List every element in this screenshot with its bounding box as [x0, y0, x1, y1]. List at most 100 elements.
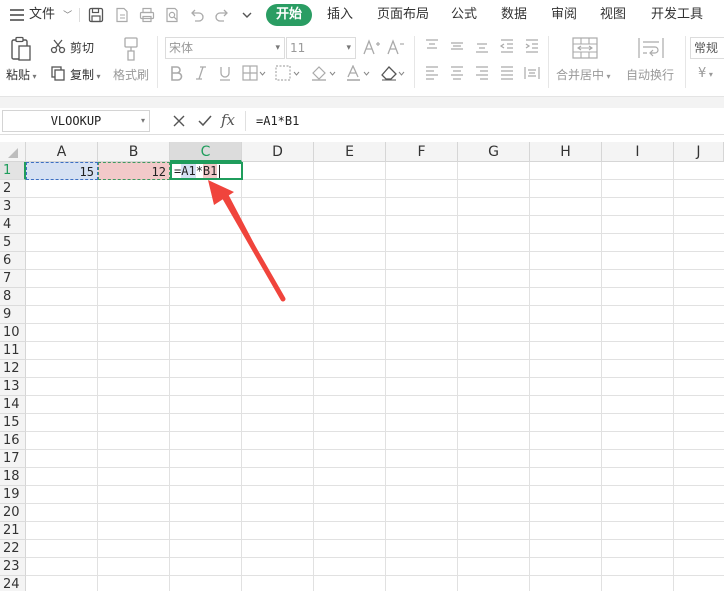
wrap-text-icon[interactable]: [638, 37, 664, 59]
distributed-align-icon[interactable]: [524, 65, 540, 81]
column-header-j[interactable]: J: [674, 142, 724, 162]
export-pdf-icon[interactable]: [113, 6, 131, 24]
print-preview-icon[interactable]: [163, 6, 181, 24]
font-color-icon[interactable]: [345, 65, 375, 81]
column-header-d[interactable]: D: [242, 142, 314, 162]
spreadsheet-grid[interactable]: A B C D E F G H I J 1 2 3 4 5 6 7 8 9 10…: [0, 135, 724, 591]
select-all-corner[interactable]: [0, 142, 26, 162]
column-header-f[interactable]: F: [386, 142, 458, 162]
column-header-a[interactable]: A: [26, 142, 98, 162]
tab-insert[interactable]: 插入: [327, 0, 353, 30]
row-header-4[interactable]: 4: [0, 216, 26, 234]
customize-toolbar-icon[interactable]: [238, 6, 256, 24]
column-header-e[interactable]: E: [314, 142, 386, 162]
fill-color-icon[interactable]: [310, 65, 340, 81]
row-header-20[interactable]: 20: [0, 504, 26, 522]
decrease-font-icon[interactable]: [387, 39, 405, 55]
justify-icon[interactable]: [499, 65, 515, 81]
row-header-19[interactable]: 19: [0, 486, 26, 504]
merge-center-button[interactable]: 合并居中 ▾: [556, 66, 611, 83]
row-header-22[interactable]: 22: [0, 540, 26, 558]
tab-developer[interactable]: 开发工具: [651, 0, 703, 30]
cut-label[interactable]: 剪切: [70, 39, 94, 56]
italic-icon[interactable]: [194, 65, 208, 81]
tab-view[interactable]: 视图: [600, 0, 626, 30]
row-header-6[interactable]: 6: [0, 252, 26, 270]
row-header-15[interactable]: 15: [0, 414, 26, 432]
save-icon[interactable]: [87, 6, 105, 24]
tab-start[interactable]: 开始: [266, 4, 312, 26]
align-center-icon[interactable]: [449, 65, 465, 81]
row-header-14[interactable]: 14: [0, 396, 26, 414]
align-bottom-icon[interactable]: [474, 38, 490, 54]
row-header-24[interactable]: 24: [0, 576, 26, 591]
wrap-text-label[interactable]: 自动换行: [626, 66, 674, 83]
chevron-down-icon: ▾: [346, 43, 351, 53]
row-header-7[interactable]: 7: [0, 270, 26, 288]
row-header-13[interactable]: 13: [0, 378, 26, 396]
chevron-down-icon: ﹀: [63, 11, 73, 21]
number-format-select[interactable]: 常规: [690, 37, 724, 59]
name-box[interactable]: VLOOKUP ▾: [2, 110, 150, 132]
align-left-icon[interactable]: [424, 65, 440, 81]
underline-icon[interactable]: [218, 65, 232, 81]
row-header-9[interactable]: 9: [0, 306, 26, 324]
align-right-icon[interactable]: [474, 65, 490, 81]
confirm-icon[interactable]: [196, 112, 214, 130]
align-middle-icon[interactable]: [449, 38, 465, 54]
paste-button[interactable]: 粘贴 ▾: [6, 66, 37, 83]
column-header-h[interactable]: H: [530, 142, 602, 162]
scissors-icon[interactable]: [50, 38, 66, 54]
column-header-c[interactable]: C: [170, 142, 242, 162]
copy-button[interactable]: 复制 ▾: [70, 66, 101, 83]
currency-button[interactable]: ¥ ▾: [698, 66, 713, 81]
column-header-g[interactable]: G: [458, 142, 530, 162]
row-header-3[interactable]: 3: [0, 198, 26, 216]
font-size-select[interactable]: 11 ▾: [286, 37, 356, 59]
cancel-icon[interactable]: [170, 112, 188, 130]
tab-formulas[interactable]: 公式: [451, 0, 477, 30]
row-header-23[interactable]: 23: [0, 558, 26, 576]
tab-page-layout[interactable]: 页面布局: [377, 0, 429, 30]
file-menu-label: 文件: [29, 7, 56, 22]
column-header-b[interactable]: B: [98, 142, 170, 162]
formula-input[interactable]: =A1*B1: [256, 108, 299, 135]
row-header-1[interactable]: 1: [0, 162, 26, 180]
row-header-21[interactable]: 21: [0, 522, 26, 540]
font-name-select[interactable]: 宋体 ▾: [165, 37, 285, 59]
copy-icon[interactable]: [50, 65, 66, 81]
insert-function-icon[interactable]: fx: [221, 111, 235, 129]
borders-icon[interactable]: [242, 65, 266, 81]
print-icon[interactable]: [138, 6, 156, 24]
row-header-11[interactable]: 11: [0, 342, 26, 360]
menu-icon[interactable]: [8, 6, 26, 24]
file-menu[interactable]: 文件 ﹀: [29, 0, 72, 30]
increase-indent-icon[interactable]: [524, 38, 540, 54]
row-header-10[interactable]: 10: [0, 324, 26, 342]
paste-icon[interactable]: [9, 36, 33, 62]
cell-style-icon[interactable]: [274, 65, 304, 81]
row-header-8[interactable]: 8: [0, 288, 26, 306]
cell-c1-editor[interactable]: =A1*B1: [170, 162, 243, 180]
undo-icon[interactable]: [188, 6, 206, 24]
column-header-i[interactable]: I: [602, 142, 674, 162]
format-painter-label[interactable]: 格式刷: [113, 66, 149, 83]
row-header-5[interactable]: 5: [0, 234, 26, 252]
cell-b1[interactable]: 12: [98, 162, 170, 180]
redo-icon[interactable]: [213, 6, 231, 24]
merge-cells-icon[interactable]: [572, 37, 598, 59]
row-header-18[interactable]: 18: [0, 468, 26, 486]
decrease-indent-icon[interactable]: [499, 38, 515, 54]
row-header-2[interactable]: 2: [0, 180, 26, 198]
row-header-16[interactable]: 16: [0, 432, 26, 450]
bold-icon[interactable]: [169, 65, 183, 81]
increase-font-icon[interactable]: [363, 39, 381, 55]
tab-data[interactable]: 数据: [501, 0, 527, 30]
tab-review[interactable]: 审阅: [551, 0, 577, 30]
row-header-12[interactable]: 12: [0, 360, 26, 378]
cell-a1[interactable]: 15: [26, 162, 98, 180]
format-painter-icon[interactable]: [121, 36, 141, 62]
row-header-17[interactable]: 17: [0, 450, 26, 468]
eraser-icon[interactable]: [380, 65, 410, 81]
align-top-icon[interactable]: [424, 38, 440, 54]
